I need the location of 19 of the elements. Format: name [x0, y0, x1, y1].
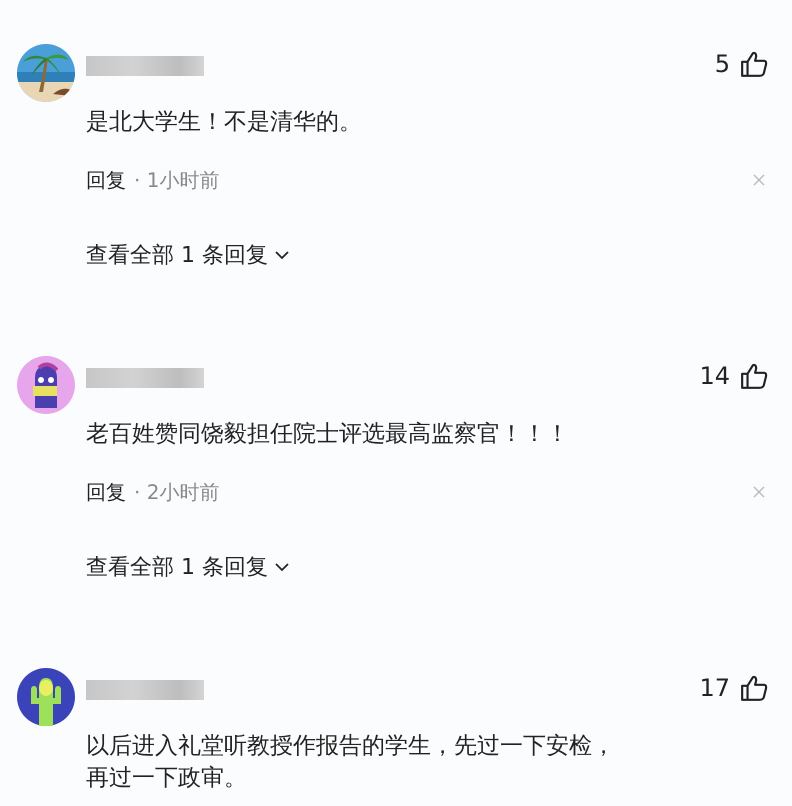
comment-text: 是北大学生！不是清华的。 — [86, 108, 362, 137]
thumbs-up-icon[interactable] — [740, 50, 768, 78]
thumbs-up-icon[interactable] — [740, 674, 768, 702]
chevron-down-icon — [274, 250, 290, 260]
comment-text: 老百姓赞同饶毅担任院士评选最高监察官！！！ — [86, 420, 569, 449]
comment-time: · 1小时前 — [134, 166, 220, 194]
chevron-down-icon — [274, 562, 290, 572]
avatar-drawing — [17, 668, 75, 726]
comment-time: · 2小时前 — [134, 478, 220, 506]
view-replies-link[interactable]: 查看全部 1 条回复 — [86, 552, 290, 582]
thumbs-up-icon[interactable] — [740, 362, 768, 390]
like-count: 14 — [699, 362, 730, 390]
reply-link[interactable]: 回复 — [86, 478, 126, 506]
like-count: 17 — [699, 674, 730, 702]
avatar-drawing — [17, 356, 75, 414]
like-count: 5 — [714, 50, 730, 78]
comment-text: 以后进入礼堂听教授作报告的学生，先过一下安检，再过一下政审。 — [86, 732, 616, 793]
view-replies-link[interactable]: 查看全部 1 条回复 — [86, 240, 290, 270]
reply-link[interactable]: 回复 — [86, 166, 126, 194]
